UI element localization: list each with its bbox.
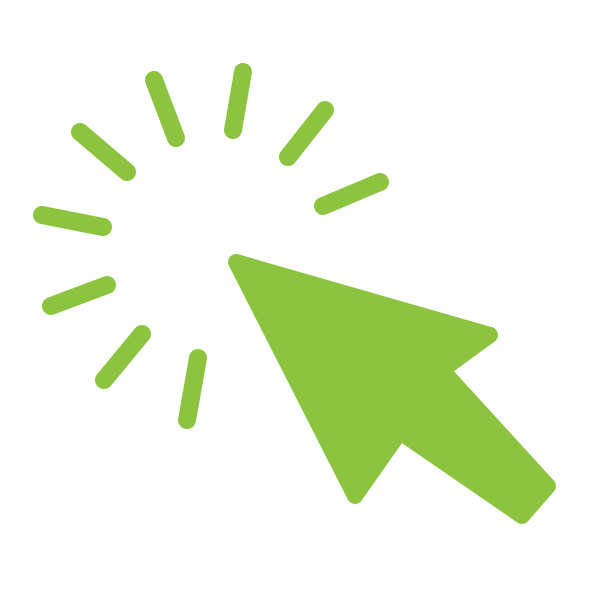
cursor-arrow bbox=[228, 254, 556, 524]
burst-ray bbox=[33, 206, 112, 236]
burst-ray bbox=[224, 63, 252, 139]
click-cursor-icon bbox=[33, 63, 556, 524]
burst-ray bbox=[42, 276, 116, 315]
burst-ray bbox=[178, 349, 207, 429]
burst-ray bbox=[71, 123, 136, 181]
burst-ray bbox=[145, 71, 185, 147]
burst-ray bbox=[314, 173, 389, 215]
click-cursor-illustration bbox=[0, 0, 600, 600]
burst-ray bbox=[279, 101, 334, 166]
burst-ray bbox=[95, 325, 151, 389]
